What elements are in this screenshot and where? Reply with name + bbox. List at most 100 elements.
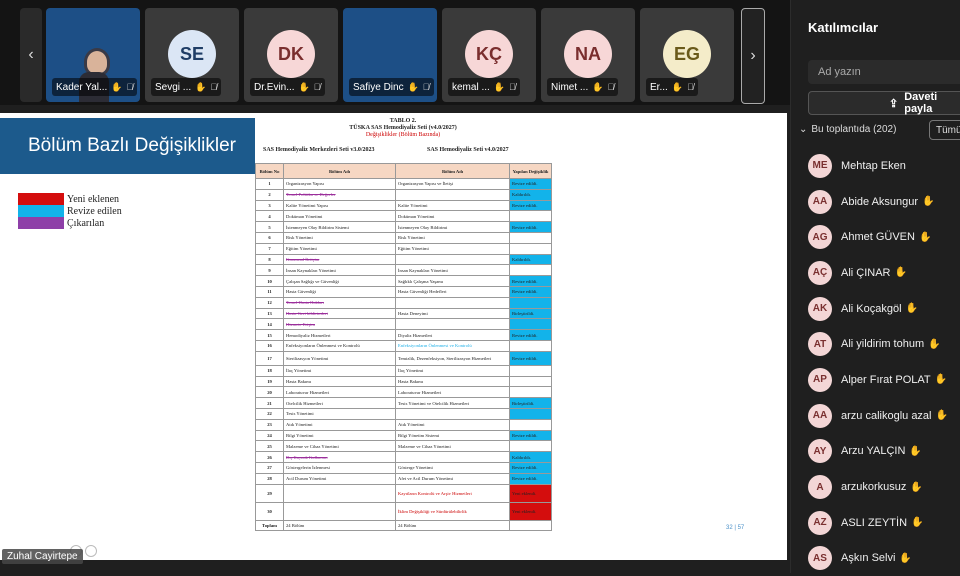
- participant-name: Mehtap Eken: [841, 159, 906, 172]
- old-section-name: Hizmete Erişim: [283, 318, 396, 331]
- new-section-name: [395, 296, 510, 309]
- hand-raised-icon: ✋: [911, 517, 924, 529]
- change-status: Revize edildi.: [509, 429, 552, 442]
- table-header: Bölüm Adı: [283, 163, 396, 179]
- avatar: AP: [808, 367, 832, 392]
- new-section-name: [395, 451, 510, 463]
- participant-tile[interactable]: EG Er... ✋ 🎙̸: [640, 8, 734, 102]
- change-status: [509, 339, 552, 352]
- table-row: 12 Temel Hasta Hakları: [255, 296, 552, 309]
- strip-next-button[interactable]: ›: [741, 8, 765, 104]
- avatar: DK: [267, 30, 315, 78]
- table-row: 5 İstenmeyen Olay Bildirim Sistemi İstenme…: [255, 221, 552, 233]
- change-status: Kaldırıldı.: [509, 188, 552, 201]
- chevron-right-icon: ›: [750, 47, 756, 64]
- change-status: Revize edildi.: [509, 178, 552, 190]
- new-section-name: Hasta Deneyimi: [395, 307, 510, 320]
- participant-tile[interactable]: NA Nimet ... ✋ 🎙̸: [541, 8, 635, 102]
- participant-tile[interactable]: KÇ kemal ... ✋ 🎙̸: [442, 8, 536, 102]
- total-new: 24 Bölüm: [395, 519, 510, 532]
- change-status: Yeni eklendi.: [509, 483, 552, 503]
- hand-icon: ✋: [407, 81, 419, 92]
- row-number: 23: [255, 418, 284, 431]
- participant-item[interactable]: AK Ali Koçakgöl ✋: [808, 291, 948, 327]
- change-status: [509, 231, 552, 244]
- hand-raised-icon: ✋: [909, 445, 922, 457]
- avatar: AG: [808, 225, 832, 250]
- participant-item[interactable]: AA arzu calikoglu azal ✋: [808, 398, 948, 434]
- mic-off-icon: 🎙̸: [210, 82, 218, 92]
- participant-item[interactable]: AT Ali yildirim tohum ✋: [808, 326, 948, 362]
- tile-name-label: Kader Yal... ✋ 🎙̸: [52, 78, 138, 96]
- share-invite-button[interactable]: ⇪ Daveti payla: [808, 91, 960, 115]
- participant-tile[interactable]: DK Dr.Evin... ✋ 🎙̸: [244, 8, 338, 102]
- participant-item[interactable]: AS Aşkın Selvi ✋: [808, 541, 948, 576]
- change-status: [509, 318, 552, 331]
- participant-list: ME Mehtap Eken AA Abide Aksungur ✋ AG Ahmet GÜ…: [808, 148, 948, 576]
- participant-name: Ali ÇINAR: [841, 266, 891, 279]
- new-section-name: Bilgi Yönetim Sistemi: [395, 429, 510, 442]
- new-section-name: İklim Değişikliği ve Sürdürülebilirlik: [395, 501, 510, 521]
- table-row: 27 Göstergelerin İzlenmesi Gösterge Yöneti…: [255, 461, 552, 474]
- tile-name-label: Er... ✋ 🎙̸: [646, 78, 698, 96]
- panel-title: Katılımcılar: [808, 20, 879, 35]
- row-number: 28: [255, 472, 284, 485]
- strip-prev-button[interactable]: ‹: [20, 8, 42, 102]
- old-section-name: İlaç Yönetimi: [283, 364, 396, 377]
- old-section-name: Acil Durum Yönetimi: [283, 472, 396, 485]
- participant-item[interactable]: AY Arzu YALÇIN ✋: [808, 434, 948, 470]
- participant-name: Alper Fırat POLAT: [841, 373, 931, 386]
- participant-tile[interactable]: Safiye Dinc ✋ 🎙̸: [343, 8, 437, 102]
- change-status: Revize edildi.: [509, 199, 552, 212]
- new-section-name: Hasta Bakımı: [395, 375, 510, 388]
- avatar: KÇ: [465, 30, 513, 78]
- participant-tile[interactable]: SE Sevgi ... ✋ 🎙̸: [145, 8, 239, 102]
- participant-item[interactable]: AÇ Ali ÇINAR ✋: [808, 255, 948, 291]
- table-header: Yapılan Değişiklik: [509, 163, 552, 179]
- hand-raised-icon: ✋: [899, 552, 912, 564]
- control-dot-icon[interactable]: [85, 545, 97, 557]
- table-row: 3 Kalite Yönetimi Yapısı Kalite Yönetimi Re…: [255, 199, 552, 212]
- old-section-name: Doküman Yönetimi: [283, 210, 396, 223]
- total-change: [509, 519, 552, 532]
- participant-item[interactable]: ME Mehtap Eken: [808, 148, 948, 184]
- change-status: Birleştirildi.: [509, 307, 552, 320]
- new-section-name: [395, 407, 510, 420]
- participant-item[interactable]: AP Alper Fırat POLAT ✋: [808, 362, 948, 398]
- participant-item[interactable]: AZ ASLI ZEYTİN ✋: [808, 505, 948, 541]
- meeting-count-toggle[interactable]: ⌄ Bu toplantıda (202): [799, 124, 896, 135]
- old-section-name: Risk Yönetimi: [283, 231, 396, 244]
- participant-strip: ‹ Kader Yal... ✋ 🎙̸ SE Sevgi ... ✋ 🎙̸ DK Dr.Evin…: [0, 0, 790, 105]
- participant-item[interactable]: AA Abide Aksungur ✋: [808, 184, 948, 220]
- new-section-name: Kalite Yönetimi: [395, 199, 510, 212]
- chevron-down-icon: ⌄: [799, 124, 808, 135]
- avatar: AZ: [808, 510, 832, 535]
- tile-name-label: kemal ... ✋ 🎙̸: [448, 78, 520, 96]
- row-number: 29: [255, 483, 284, 503]
- old-section-name: [283, 501, 396, 521]
- participant-tile[interactable]: Kader Yal... ✋ 🎙̸: [46, 8, 140, 102]
- new-section-name: İlaç Yönetimi: [395, 364, 510, 377]
- participant-item[interactable]: Aarzukorkusuz ✋: [808, 469, 948, 505]
- participant-name: Ahmet GÜVEN: [841, 231, 915, 244]
- new-section-name: Atık Yönetimi: [395, 418, 510, 431]
- search-input[interactable]: Ad yazın: [808, 60, 960, 84]
- row-number: 27: [255, 461, 284, 474]
- legend-item: Çıkarılan: [18, 217, 122, 229]
- filter-all-button[interactable]: Tümü: [929, 120, 960, 140]
- doc-title: TABLO 2.: [389, 118, 417, 124]
- mic-off-icon: 🎙̸: [607, 82, 615, 92]
- participant-name: ASLI ZEYTİN: [841, 516, 908, 529]
- new-section-name: Doküman Yönetimi: [395, 210, 510, 223]
- new-section-name: Enfeksiyonların Önlenmesi ve Kontrolü: [395, 339, 510, 352]
- row-number: 30: [255, 501, 284, 521]
- row-number: 10: [255, 275, 284, 287]
- change-status: [509, 296, 552, 309]
- avatar: SE: [168, 30, 216, 78]
- legend-swatch: [18, 205, 64, 217]
- old-section-name: Atık Yönetimi: [283, 418, 396, 431]
- table-row: 8 Kurumsal İletişim Kaldırıldı.: [255, 253, 552, 266]
- participant-item[interactable]: AG Ahmet GÜVEN ✋: [808, 219, 948, 255]
- change-status: Kaldırıldı.: [509, 451, 552, 463]
- new-section-name: [395, 188, 510, 201]
